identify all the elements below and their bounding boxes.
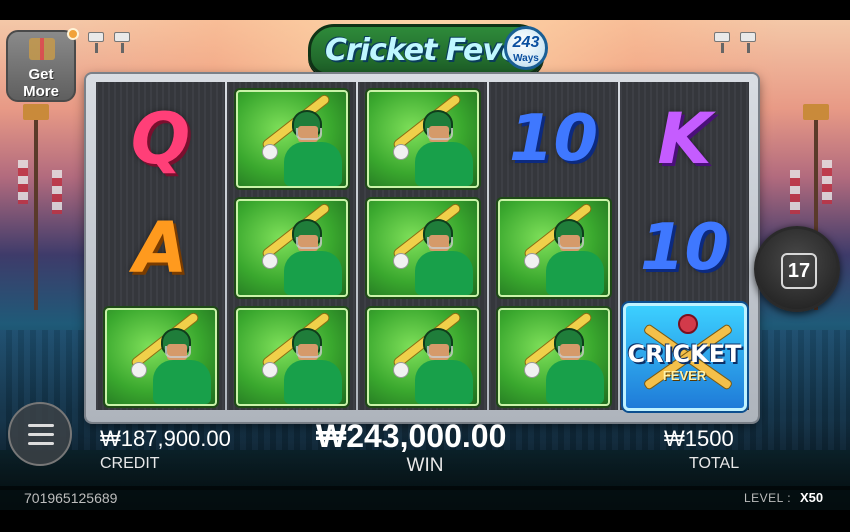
get-more-label-line1: Get xyxy=(28,66,54,83)
ways-label: Ways xyxy=(513,53,539,64)
session-id: 701965125689 xyxy=(24,490,118,506)
gift-icon xyxy=(29,38,55,60)
symbol-q: Q xyxy=(130,97,191,180)
reel-cell: A xyxy=(96,193,225,302)
scatter-title: CRICKET xyxy=(627,339,742,368)
total-bet-value[interactable]: ₩1500 xyxy=(664,426,734,452)
light-tower-head-right xyxy=(803,104,829,120)
floodlight-icon xyxy=(740,32,756,53)
reel-cell: 10 xyxy=(620,193,749,302)
symbol-batsman xyxy=(366,307,479,406)
glove-icon xyxy=(523,361,540,378)
reel-cell: K xyxy=(620,84,749,193)
get-more-label-line2: More xyxy=(23,83,59,100)
symbol-batsman xyxy=(104,307,217,406)
reel-cell xyxy=(358,84,487,193)
reel-1: Q A xyxy=(96,82,225,410)
reel-cell xyxy=(227,193,356,302)
reel-3 xyxy=(358,82,487,410)
hamburger-icon xyxy=(28,424,54,427)
reel-cell xyxy=(358,302,487,411)
ways-number: 243 xyxy=(512,34,540,51)
status-footer: 701965125689 LEVEL : X50 xyxy=(0,486,850,510)
symbol-10: 10 xyxy=(639,210,730,285)
ways-badge: 243 Ways xyxy=(504,26,548,70)
symbol-scatter: CRICKET FEVER xyxy=(622,302,747,411)
credit-value: ₩187,900.00 xyxy=(100,426,231,451)
floodlight-icon xyxy=(114,32,130,53)
auto-spin-counter-button[interactable]: 17 xyxy=(754,226,840,312)
level-value: X50 xyxy=(800,490,824,505)
reel-cell xyxy=(489,302,618,411)
letterbox-top xyxy=(0,0,850,20)
reel-2 xyxy=(227,82,356,410)
symbol-batsman xyxy=(235,198,348,297)
notification-dot xyxy=(67,28,79,40)
reel-cell: CRICKET FEVER xyxy=(620,302,749,411)
symbol-batsman xyxy=(497,198,610,297)
glove-icon xyxy=(261,252,278,269)
floodlight-icon xyxy=(88,32,104,53)
glove-icon xyxy=(392,252,409,269)
reels-grid: Q A 10 K 10 CRICKET FEVER xyxy=(96,82,750,411)
stadium-flag xyxy=(52,170,62,214)
glove-icon xyxy=(261,143,278,160)
light-tower-head-left xyxy=(23,104,49,120)
reel-cell: 10 xyxy=(489,84,618,193)
get-more-button[interactable]: Get More xyxy=(6,30,76,102)
symbol-batsman xyxy=(497,307,610,406)
glove-icon xyxy=(130,361,147,378)
total-bet-label: TOTAL xyxy=(689,455,740,472)
game-title: Cricket Fever xyxy=(325,33,535,68)
stadium-flag xyxy=(18,160,28,204)
scatter-subtitle: FEVER xyxy=(662,367,707,383)
reel-4: 10 xyxy=(489,82,618,410)
stadium-flag xyxy=(790,170,800,214)
symbol-batsman xyxy=(366,89,479,188)
light-tower-left xyxy=(34,110,38,310)
symbol-k: K xyxy=(657,97,712,180)
symbol-batsman xyxy=(235,307,348,406)
glove-icon xyxy=(392,361,409,378)
level-label: LEVEL : xyxy=(744,491,792,505)
reel-cell xyxy=(227,84,356,193)
symbol-a: A xyxy=(133,206,188,289)
symbol-batsman xyxy=(366,198,479,297)
floodlight-icon xyxy=(714,32,730,53)
reel-cell xyxy=(96,302,225,411)
letterbox-bottom xyxy=(0,510,850,532)
reel-cell xyxy=(489,193,618,302)
symbol-10: 10 xyxy=(508,101,599,176)
stadium-flag xyxy=(822,160,832,204)
glove-icon xyxy=(261,361,278,378)
glove-icon xyxy=(523,252,540,269)
win-value: ₩243,000.00 xyxy=(316,418,507,454)
cricket-ball-icon xyxy=(677,313,698,334)
symbol-batsman xyxy=(235,89,348,188)
reel-cell xyxy=(227,302,356,411)
reel-cell: Q xyxy=(96,84,225,193)
reel-cell xyxy=(358,193,487,302)
reel-5: K 10 CRICKET FEVER xyxy=(620,82,749,411)
spin-count: 17 xyxy=(781,253,817,289)
glove-icon xyxy=(392,143,409,160)
